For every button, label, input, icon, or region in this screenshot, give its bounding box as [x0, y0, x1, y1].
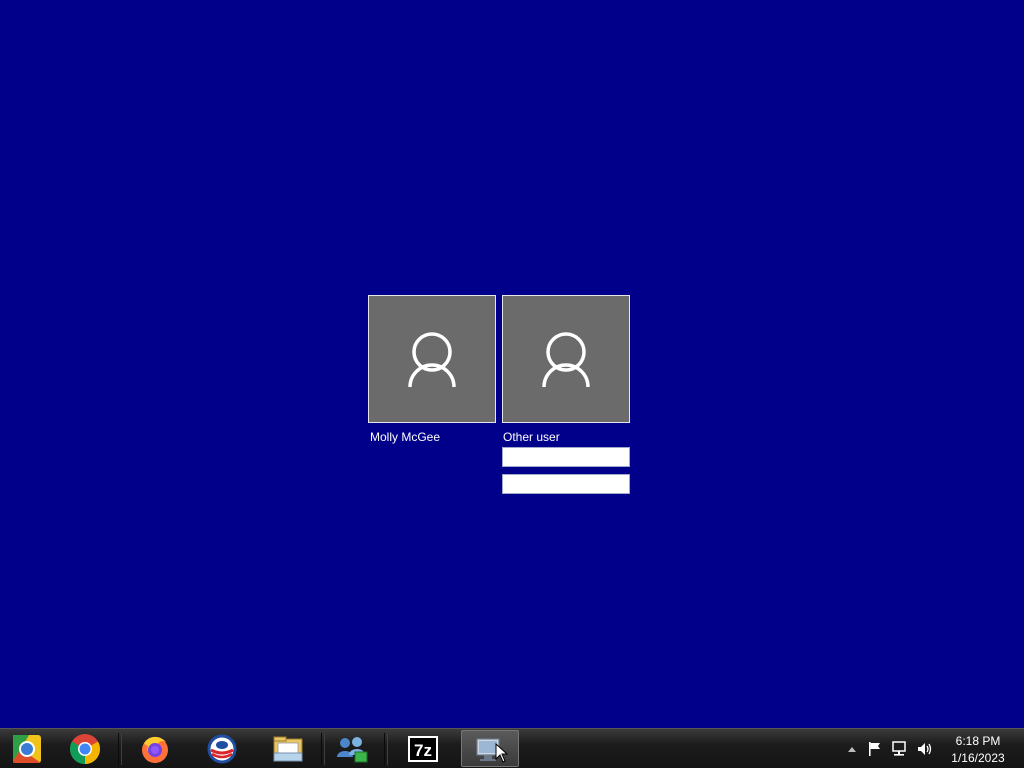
- opera-icon: [207, 734, 237, 763]
- user-avatar-icon: [408, 332, 456, 388]
- taskbar-chrome-button[interactable]: [56, 730, 114, 767]
- taskbar-clock[interactable]: 6:18 PM 1/16/2023: [940, 733, 1016, 767]
- action-center-flag-icon[interactable]: [866, 741, 884, 757]
- taskbar-separator: [384, 733, 388, 765]
- user-name-label: Molly McGee: [370, 430, 441, 444]
- chrome-icon: [69, 733, 101, 764]
- taskbar-7zip-button[interactable]: 7z: [394, 730, 452, 767]
- taskbar-opera-button[interactable]: [193, 730, 251, 767]
- mouse-cursor-icon: [495, 743, 509, 763]
- clock-time: 6:18 PM: [955, 734, 1001, 748]
- username-field[interactable]: [502, 447, 630, 467]
- user-tile-molly-mcgee[interactable]: [368, 295, 496, 423]
- user-name-label: Other user: [503, 430, 560, 444]
- login-screen: Molly McGee Other user: [0, 0, 1024, 728]
- network-sharing-icon: [337, 736, 368, 762]
- password-field[interactable]: [502, 474, 630, 494]
- file-explorer-icon: [273, 736, 303, 761]
- show-hidden-icons-arrow[interactable]: [843, 741, 861, 757]
- taskbar-chromium-button[interactable]: [0, 730, 56, 767]
- user-tile-other-user[interactable]: [502, 295, 630, 423]
- taskbar-network-sharing-button[interactable]: [323, 730, 381, 767]
- user-avatar-icon: [542, 332, 590, 388]
- firefox-icon: [142, 736, 168, 763]
- 7zip-label: 7z: [414, 741, 432, 760]
- volume-icon[interactable]: [916, 741, 934, 757]
- taskbar: 7z 6:18 PM 1/16/2023: [0, 728, 1024, 768]
- taskbar-separator: [118, 733, 122, 765]
- taskbar-firefox-button[interactable]: [126, 730, 184, 767]
- chromium-icon: [13, 734, 41, 763]
- taskbar-file-explorer-button[interactable]: [259, 730, 317, 767]
- clock-date: 1/16/2023: [951, 751, 1005, 765]
- network-icon[interactable]: [891, 741, 909, 757]
- taskbar-remote-desktop-button[interactable]: [461, 730, 519, 767]
- 7zip-icon: 7z: [408, 735, 438, 762]
